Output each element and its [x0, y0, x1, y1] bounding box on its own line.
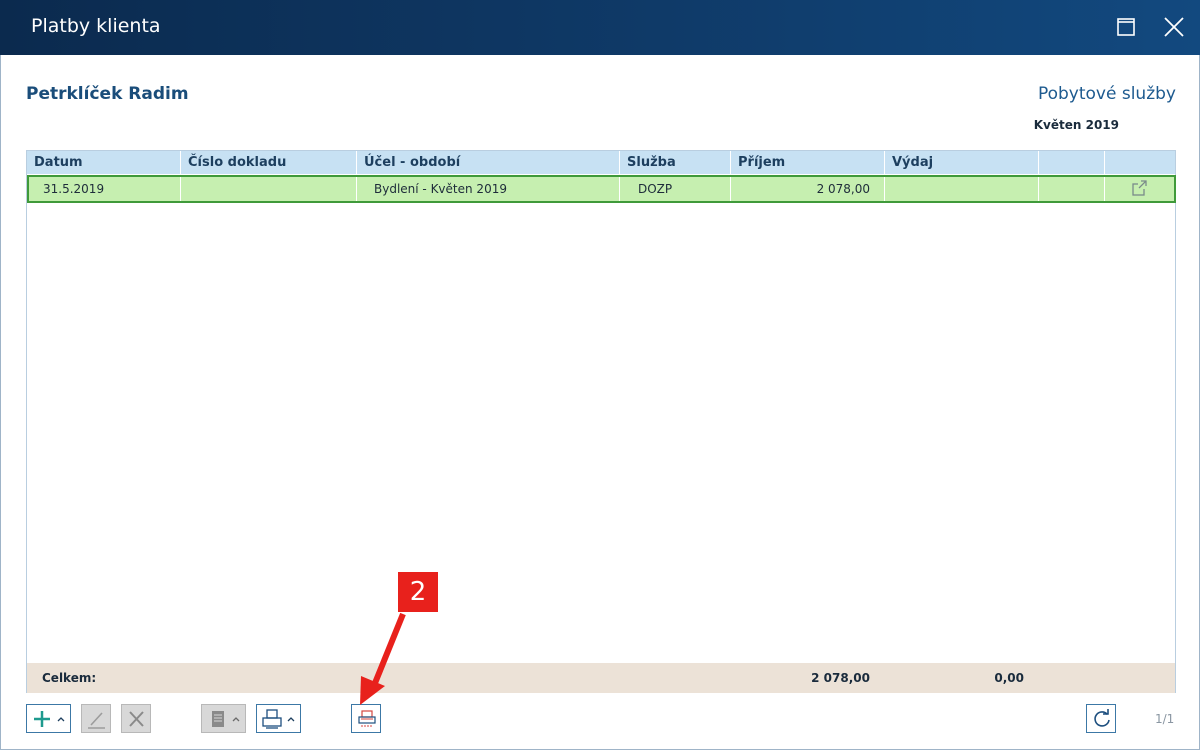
footer-prijem-total: 2 078,00 [811, 671, 870, 685]
refresh-icon [1094, 709, 1110, 727]
period-label: Květen 2019 [1033, 118, 1119, 132]
document-icon [212, 711, 240, 727]
cell-sluzba: DOZP [620, 177, 731, 201]
delete-icon [129, 711, 144, 727]
page-indicator: 1/1 [1155, 712, 1175, 726]
cell-ucel-obdobi: Bydlení - Květen 2019 [357, 177, 620, 201]
footer-label: Celkem: [42, 671, 97, 685]
col-header-ucel-obdobi[interactable]: Účel - období [357, 151, 620, 174]
service-name: Pobytové služby [1037, 84, 1176, 104]
print-button[interactable] [256, 704, 301, 733]
document-button[interactable] [201, 704, 246, 733]
title-bar: Platby klienta [0, 0, 1200, 55]
annotation-arrow-icon [360, 612, 406, 705]
col-header-vydaj[interactable]: Výdaj [885, 151, 1039, 174]
print-icon [262, 709, 295, 729]
cell-vydaj [885, 177, 1039, 201]
col-header-cislo-dokladu[interactable]: Číslo dokladu [181, 151, 357, 174]
maximize-button[interactable] [1113, 14, 1139, 40]
edit-button[interactable] [81, 704, 111, 733]
payments-table: Datum Číslo dokladu Účel - období Služba… [26, 150, 1176, 693]
col-header-blank-1 [1039, 151, 1105, 174]
table-header: Datum Číslo dokladu Účel - období Služba… [27, 151, 1175, 174]
client-name: Petrklíček Radim [26, 84, 189, 104]
delete-button[interactable] [121, 704, 151, 733]
close-icon [1164, 17, 1184, 37]
col-header-blank-2 [1105, 151, 1175, 174]
col-header-datum[interactable]: Datum [27, 151, 181, 174]
maximize-icon [1117, 18, 1135, 36]
add-button[interactable] [26, 704, 71, 733]
footer-vydaj-total: 0,00 [994, 671, 1024, 685]
open-detail-button[interactable] [1105, 177, 1174, 201]
annotation-badge: 2 [398, 572, 438, 612]
window-title: Platby klienta [31, 15, 161, 37]
col-header-prijem[interactable]: Příjem [731, 151, 885, 174]
cell-blank [1039, 177, 1105, 201]
table-row[interactable]: 31.5.2019 Bydlení - Květen 2019 DOZP 2 0… [27, 175, 1176, 203]
close-button[interactable] [1161, 14, 1187, 40]
add-icon [34, 711, 65, 727]
open-external-icon [1132, 180, 1147, 196]
cell-prijem: 2 078,00 [731, 177, 885, 201]
table-footer: Celkem: 2 078,00 0,00 [27, 663, 1175, 693]
cell-cislo-dokladu [181, 177, 357, 201]
refresh-button[interactable] [1086, 704, 1116, 733]
col-header-sluzba[interactable]: Služba [620, 151, 731, 174]
edit-icon [88, 712, 105, 729]
cell-datum: 31.5.2019 [29, 177, 181, 201]
